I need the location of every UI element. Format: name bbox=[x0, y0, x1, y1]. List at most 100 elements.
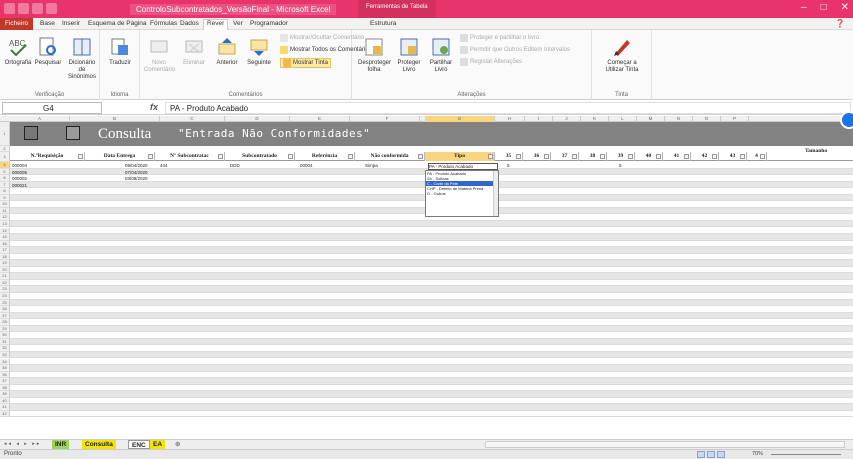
floating-side-button[interactable] bbox=[840, 111, 853, 129]
column-heading: 40 bbox=[635, 152, 663, 161]
protect-workbook-button[interactable]: Proteger Livro bbox=[394, 36, 424, 74]
tab-programador[interactable]: Programador bbox=[250, 20, 288, 27]
tab-dados[interactable]: Dados bbox=[180, 20, 199, 27]
track-changes-button[interactable]: Registar Alterações bbox=[460, 58, 522, 66]
page-layout-view-icon[interactable] bbox=[707, 451, 715, 458]
tab-estrutura[interactable]: Estrutura bbox=[370, 20, 396, 27]
save-icon[interactable] bbox=[18, 3, 29, 14]
table-row-stripe[interactable] bbox=[10, 286, 853, 293]
formula-input[interactable]: PA - Produto Acabado bbox=[165, 102, 851, 114]
start-inking-button[interactable]: Começar a Utilizar Tinta bbox=[598, 36, 646, 74]
tab-formulas[interactable]: Fórmulas bbox=[150, 20, 177, 27]
comments-icon bbox=[280, 46, 288, 54]
sheet-tab-enc[interactable]: ENC bbox=[128, 440, 150, 449]
column-heading: 35 bbox=[495, 152, 523, 161]
row-header[interactable]: 8 bbox=[0, 188, 10, 195]
row-header[interactable]: 18 bbox=[0, 253, 10, 261]
table-row-stripe[interactable] bbox=[10, 351, 853, 359]
banner-subtitle: "Entrada Não Conformidades" bbox=[178, 127, 371, 140]
protect-and-share-button[interactable]: Proteger e partilhar o livro bbox=[460, 34, 539, 42]
filter-dropdown-icon[interactable] bbox=[712, 154, 717, 159]
row-header[interactable]: 23 bbox=[0, 286, 10, 293]
normal-view-icon[interactable] bbox=[697, 451, 705, 458]
table-row-stripe[interactable] bbox=[10, 253, 853, 261]
help-icon[interactable]: ❓ bbox=[835, 19, 845, 28]
row-header[interactable]: 3 bbox=[0, 152, 10, 162]
show-ink-button[interactable]: Mostrar Tinta bbox=[280, 58, 332, 68]
dropdown-scrollbar[interactable] bbox=[493, 171, 498, 216]
row-header[interactable]: 33 bbox=[0, 351, 10, 359]
filter-dropdown-icon[interactable] bbox=[418, 154, 423, 159]
row-header[interactable]: 13 bbox=[0, 220, 10, 228]
research-button[interactable]: Pesquisar bbox=[34, 36, 62, 67]
minimize-button[interactable]: – bbox=[801, 2, 807, 13]
worksheet-grid[interactable]: ABCDEFGHIJKLMNOP 1 2 3 4 5 6 7 8 9 10 11 12 13 14 15 16… bbox=[0, 116, 853, 439]
filter-dropdown-icon[interactable] bbox=[348, 154, 353, 159]
tab-inserir[interactable]: Inserir bbox=[62, 20, 80, 27]
table-row-stripe[interactable] bbox=[10, 319, 853, 326]
protect-share-icon bbox=[460, 34, 468, 42]
filter-dropdown-icon[interactable] bbox=[488, 154, 493, 159]
tipo-dropdown-list[interactable]: PA - Produto Acabado Sh - Solinas C - Cort… bbox=[425, 170, 499, 217]
banner-checkbox-icon[interactable] bbox=[24, 126, 38, 140]
share-workbook-button[interactable]: Partilhar Livro bbox=[426, 36, 456, 74]
fx-icon[interactable]: fx bbox=[150, 102, 158, 112]
filter-dropdown-icon[interactable] bbox=[760, 154, 765, 159]
banner-square-icon[interactable] bbox=[66, 126, 80, 140]
filter-dropdown-icon[interactable] bbox=[516, 154, 521, 159]
page-break-view-icon[interactable] bbox=[717, 451, 725, 458]
sheet-nav-arrows-icon[interactable]: ◂◂ ◂ ▸ ▸▸ bbox=[4, 441, 41, 447]
table-row-stripe[interactable] bbox=[10, 384, 853, 392]
tab-base[interactable]: Base bbox=[40, 20, 55, 27]
tab-rever[interactable]: Rever bbox=[203, 19, 229, 30]
filter-dropdown-icon[interactable] bbox=[288, 154, 293, 159]
redo-icon[interactable] bbox=[46, 3, 57, 14]
allow-edit-ranges-button[interactable]: Permitir que Outros Editem Intervalos bbox=[460, 46, 570, 54]
row-header[interactable]: 42 bbox=[0, 410, 10, 418]
tab-esquema[interactable]: Esquema de Página bbox=[88, 20, 147, 27]
dropdown-option[interactable]: O - Outros bbox=[426, 191, 498, 196]
spelling-button[interactable]: ABC Ortografia bbox=[4, 36, 32, 67]
column-heading-label: 37 bbox=[561, 153, 568, 159]
maximize-button[interactable]: □ bbox=[821, 2, 827, 13]
sheet-tab-inr[interactable]: INR bbox=[52, 440, 70, 449]
column-heading-label: 36 bbox=[533, 153, 540, 159]
horizontal-scrollbar[interactable] bbox=[485, 441, 845, 448]
table-row-stripe[interactable] bbox=[10, 410, 853, 418]
unprotect-sheet-button[interactable]: Desproteger folha bbox=[358, 36, 391, 74]
filter-dropdown-icon[interactable] bbox=[572, 154, 577, 159]
group-label-tinta: Tinta bbox=[614, 92, 629, 98]
filter-dropdown-icon[interactable] bbox=[740, 154, 745, 159]
cell-req[interactable]: 000021 bbox=[12, 182, 27, 189]
filter-dropdown-icon[interactable] bbox=[544, 154, 549, 159]
name-box[interactable]: G4 bbox=[2, 102, 102, 114]
zoom-level[interactable]: 70% bbox=[752, 451, 763, 457]
filter-dropdown-icon[interactable] bbox=[656, 154, 661, 159]
next-comment-button[interactable]: Seguinte bbox=[244, 36, 274, 67]
thesaurus-button[interactable]: Dicionário de Sinónimos bbox=[66, 36, 98, 81]
row-header[interactable]: 1 bbox=[0, 122, 10, 146]
new-sheet-icon[interactable]: ⊕ bbox=[172, 440, 183, 449]
sheet-tab-ea[interactable]: EA bbox=[150, 440, 166, 449]
filter-dropdown-icon[interactable] bbox=[628, 154, 633, 159]
filter-dropdown-icon[interactable] bbox=[148, 154, 153, 159]
row-header[interactable]: 38 bbox=[0, 384, 10, 392]
translate-button[interactable]: Traduzir bbox=[104, 36, 136, 67]
table-row-stripe[interactable] bbox=[10, 220, 853, 228]
filter-dropdown-icon[interactable] bbox=[78, 154, 83, 159]
filter-dropdown-icon[interactable] bbox=[684, 154, 689, 159]
sheet-tab-consulta[interactable]: Consulta bbox=[82, 440, 116, 449]
new-comment-button[interactable]: Novo Comentário bbox=[144, 36, 175, 74]
excel-logo-icon[interactable] bbox=[4, 3, 15, 14]
delete-comment-button[interactable]: Eliminar bbox=[180, 36, 208, 67]
previous-comment-button[interactable]: Anterior bbox=[212, 36, 242, 67]
filter-dropdown-icon[interactable] bbox=[218, 154, 223, 159]
tab-ficheiro[interactable]: Ficheiro bbox=[0, 18, 34, 30]
zoom-slider[interactable] bbox=[771, 454, 841, 455]
tab-ver[interactable]: Ver bbox=[233, 20, 243, 27]
filter-dropdown-icon[interactable] bbox=[600, 154, 605, 159]
column-heading: Não conformida bbox=[355, 152, 425, 161]
row-header[interactable]: 28 bbox=[0, 319, 10, 326]
close-button[interactable]: ✕ bbox=[841, 2, 849, 13]
undo-icon[interactable] bbox=[32, 3, 43, 14]
